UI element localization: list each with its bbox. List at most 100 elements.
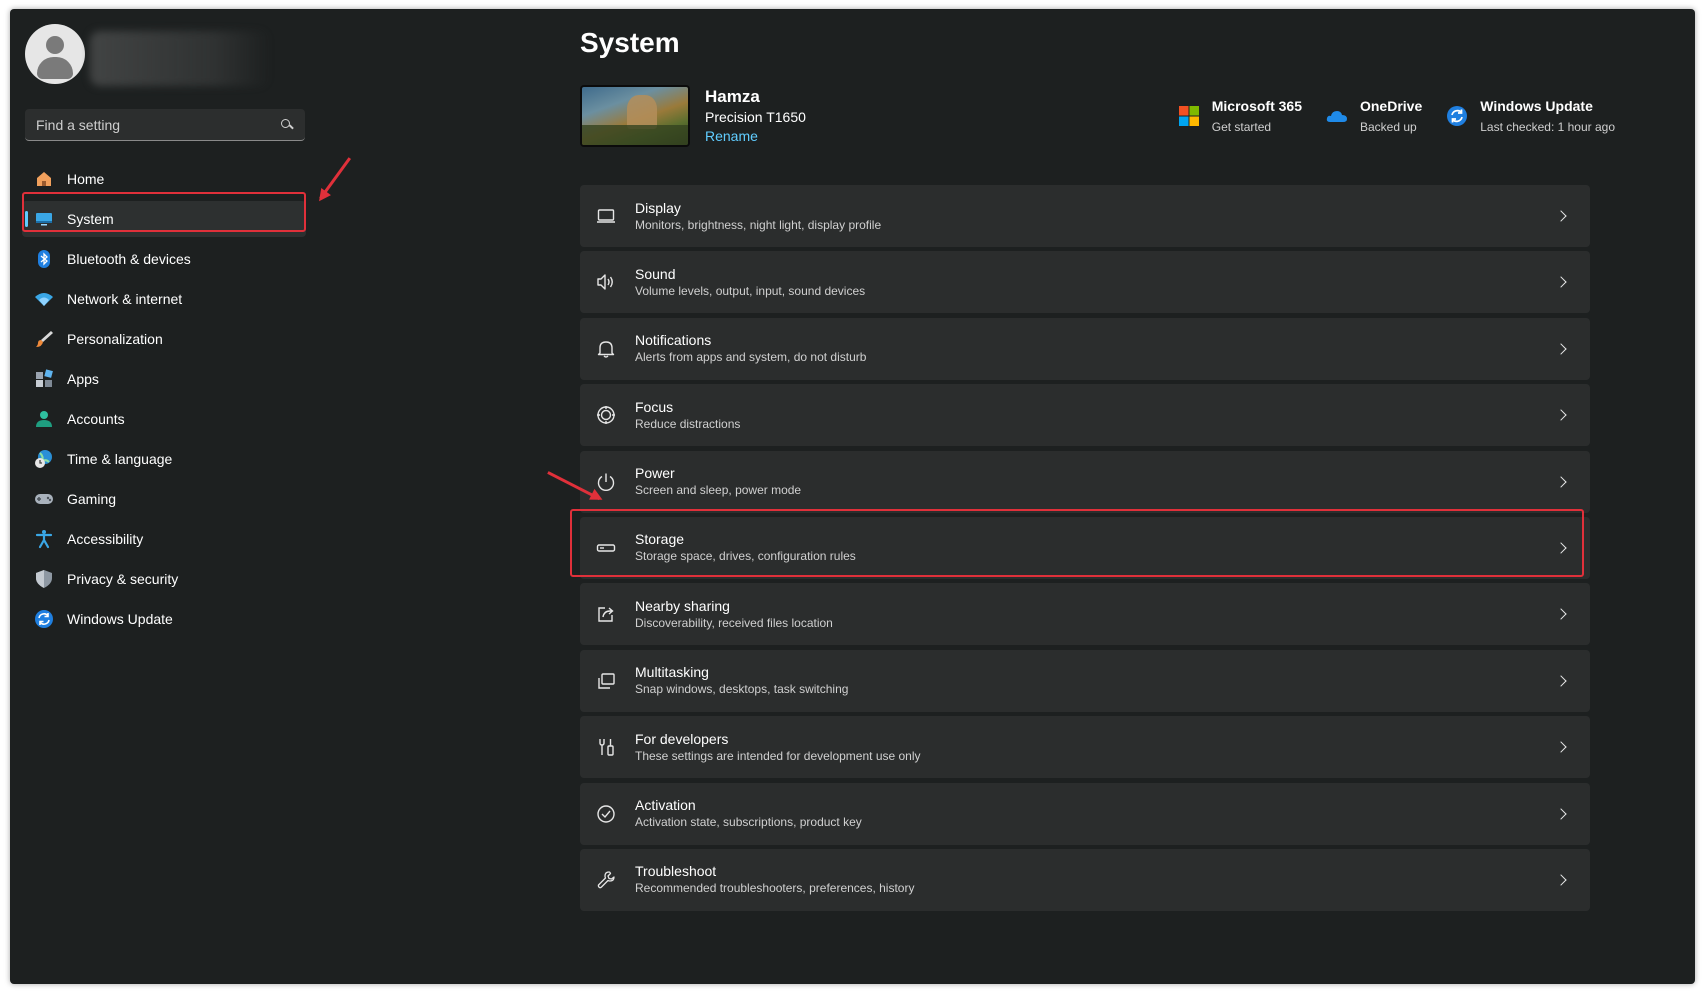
search-box[interactable] [25,109,305,141]
globe-clock-icon [34,449,54,469]
setting-focus[interactable]: Focus Reduce distractions [580,384,1590,447]
sidebar-item-windows-update[interactable]: Windows Update [22,601,306,637]
setting-title: Display [635,199,681,216]
device-name: Hamza [705,87,760,106]
service-status: Last checked: 1 hour ago [1480,120,1615,134]
setting-description: Monitors, brightness, night light, displ… [635,217,882,232]
onedrive-status[interactable]: OneDrive Backed up [1326,97,1422,138]
sidebar-item-label: Time & language [67,451,173,467]
search-icon[interactable] [280,118,294,132]
sidebar-item-label: Accessibility [67,531,144,547]
wifi-icon [34,289,54,309]
settings-window: Home System Bluetooth & devices [10,9,1695,984]
accounts-icon [34,409,54,429]
setting-storage[interactable]: Storage Storage space, drives, configura… [580,516,1590,579]
sidebar-item-label: Gaming [67,491,117,507]
sidebar-item-gaming[interactable]: Gaming [22,481,306,517]
check-circle-icon [596,804,616,824]
sidebar-item-accessibility[interactable]: Accessibility [22,521,306,557]
share-icon [596,604,616,624]
setting-notifications[interactable]: Notifications Alerts from apps and syste… [580,317,1590,380]
sidebar-item-time-language[interactable]: Time & language [22,441,306,477]
bell-icon [596,339,616,359]
sidebar-item-network[interactable]: Network & internet [22,281,306,317]
microsoft-365-icon [1178,105,1200,127]
brush-icon [34,329,54,349]
wrench-icon [596,870,616,890]
setting-title: Nearby sharing [635,597,730,614]
device-card: Hamza Precision T1650 Rename [580,84,806,148]
service-status: Get started [1211,120,1272,134]
sidebar-item-label: Windows Update [67,611,173,627]
blurred-user-name [90,31,270,86]
setting-activation[interactable]: Activation Activation state, subscriptio… [580,782,1590,845]
desktop-wallpaper-thumbnail[interactable] [580,85,690,147]
setting-title: Multitasking [635,664,709,681]
sidebar-item-label: Home [67,171,105,187]
chevron-right-icon [1556,476,1568,488]
setting-title: Focus [635,398,674,415]
chevron-right-icon [1556,675,1568,687]
setting-description: Reduce distractions [635,416,741,431]
display-icon [596,206,616,226]
sidebar-item-label: Personalization [67,331,163,347]
sidebar-item-apps[interactable]: Apps [22,361,306,397]
windows-update-status[interactable]: Windows Update Last checked: 1 hour ago [1446,97,1615,138]
chevron-right-icon [1556,874,1568,886]
sidebar-item-accounts[interactable]: Accounts [22,401,306,437]
microsoft-365-status[interactable]: Microsoft 365 Get started [1178,97,1302,138]
shield-icon [34,569,54,589]
setting-description: Volume levels, output, input, sound devi… [635,283,866,298]
sidebar-item-label: Bluetooth & devices [67,251,191,267]
sidebar-item-system[interactable]: System [22,201,306,237]
setting-title: Activation [635,797,696,814]
setting-multitasking[interactable]: Multitasking Snap windows, desktops, tas… [580,649,1590,712]
setting-title: Storage [635,531,685,548]
system-annotation-arrow [319,157,352,200]
service-title: OneDrive [1359,98,1423,114]
focus-icon [596,405,616,425]
setting-sound[interactable]: Sound Volume levels, output, input, soun… [580,251,1590,314]
sidebar-item-label: Network & internet [67,291,183,307]
service-title: Microsoft 365 [1211,98,1302,114]
chevron-right-icon [1556,409,1568,421]
sidebar-item-bluetooth[interactable]: Bluetooth & devices [22,241,306,277]
setting-power[interactable]: Power Screen and sleep, power mode [580,450,1590,513]
system-icon [34,209,54,229]
device-model: Precision T1650 [705,109,806,125]
setting-title: Sound [635,265,676,282]
setting-title: For developers [635,730,729,747]
chevron-right-icon [1556,542,1568,554]
search-input[interactable] [36,116,280,133]
multitasking-icon [596,671,616,691]
bluetooth-icon [34,249,54,269]
accessibility-icon [34,529,54,549]
home-icon [34,169,54,189]
setting-display[interactable]: Display Monitors, brightness, night ligh… [580,185,1590,247]
setting-title: Power [635,465,675,482]
rename-link[interactable]: Rename [705,127,806,146]
user-avatar[interactable] [25,24,85,84]
setting-troubleshoot[interactable]: Troubleshoot Recommended troubleshooters… [580,848,1590,911]
setting-description: Discoverability, received files location [635,615,833,630]
setting-for-developers[interactable]: For developers These settings are intend… [580,716,1590,779]
main-content: System Hamza Precision T1650 Rename Micr… [570,9,1680,984]
settings-list: Display Monitors, brightness, night ligh… [580,185,1590,915]
setting-description: Alerts from apps and system, do not dist… [635,350,867,365]
setting-description: Storage space, drives, configuration rul… [635,549,856,564]
windows-update-icon [1446,105,1468,127]
chevron-right-icon [1556,343,1568,355]
sidebar-item-personalization[interactable]: Personalization [22,321,306,357]
sidebar-item-privacy-security[interactable]: Privacy & security [22,561,306,597]
sidebar-item-home[interactable]: Home [22,161,306,197]
sidebar-nav: Home System Bluetooth & devices Network … [22,161,306,641]
setting-nearby-sharing[interactable]: Nearby sharing Discoverability, received… [580,583,1590,646]
setting-description: Snap windows, desktops, task switching [635,682,849,697]
speaker-icon [596,272,616,292]
chevron-right-icon [1556,608,1568,620]
developer-tools-icon [596,737,616,757]
service-status: Backed up [1359,120,1417,134]
setting-description: These settings are intended for developm… [635,748,921,763]
gamepad-icon [34,489,54,509]
sidebar-item-label: Apps [67,371,99,387]
